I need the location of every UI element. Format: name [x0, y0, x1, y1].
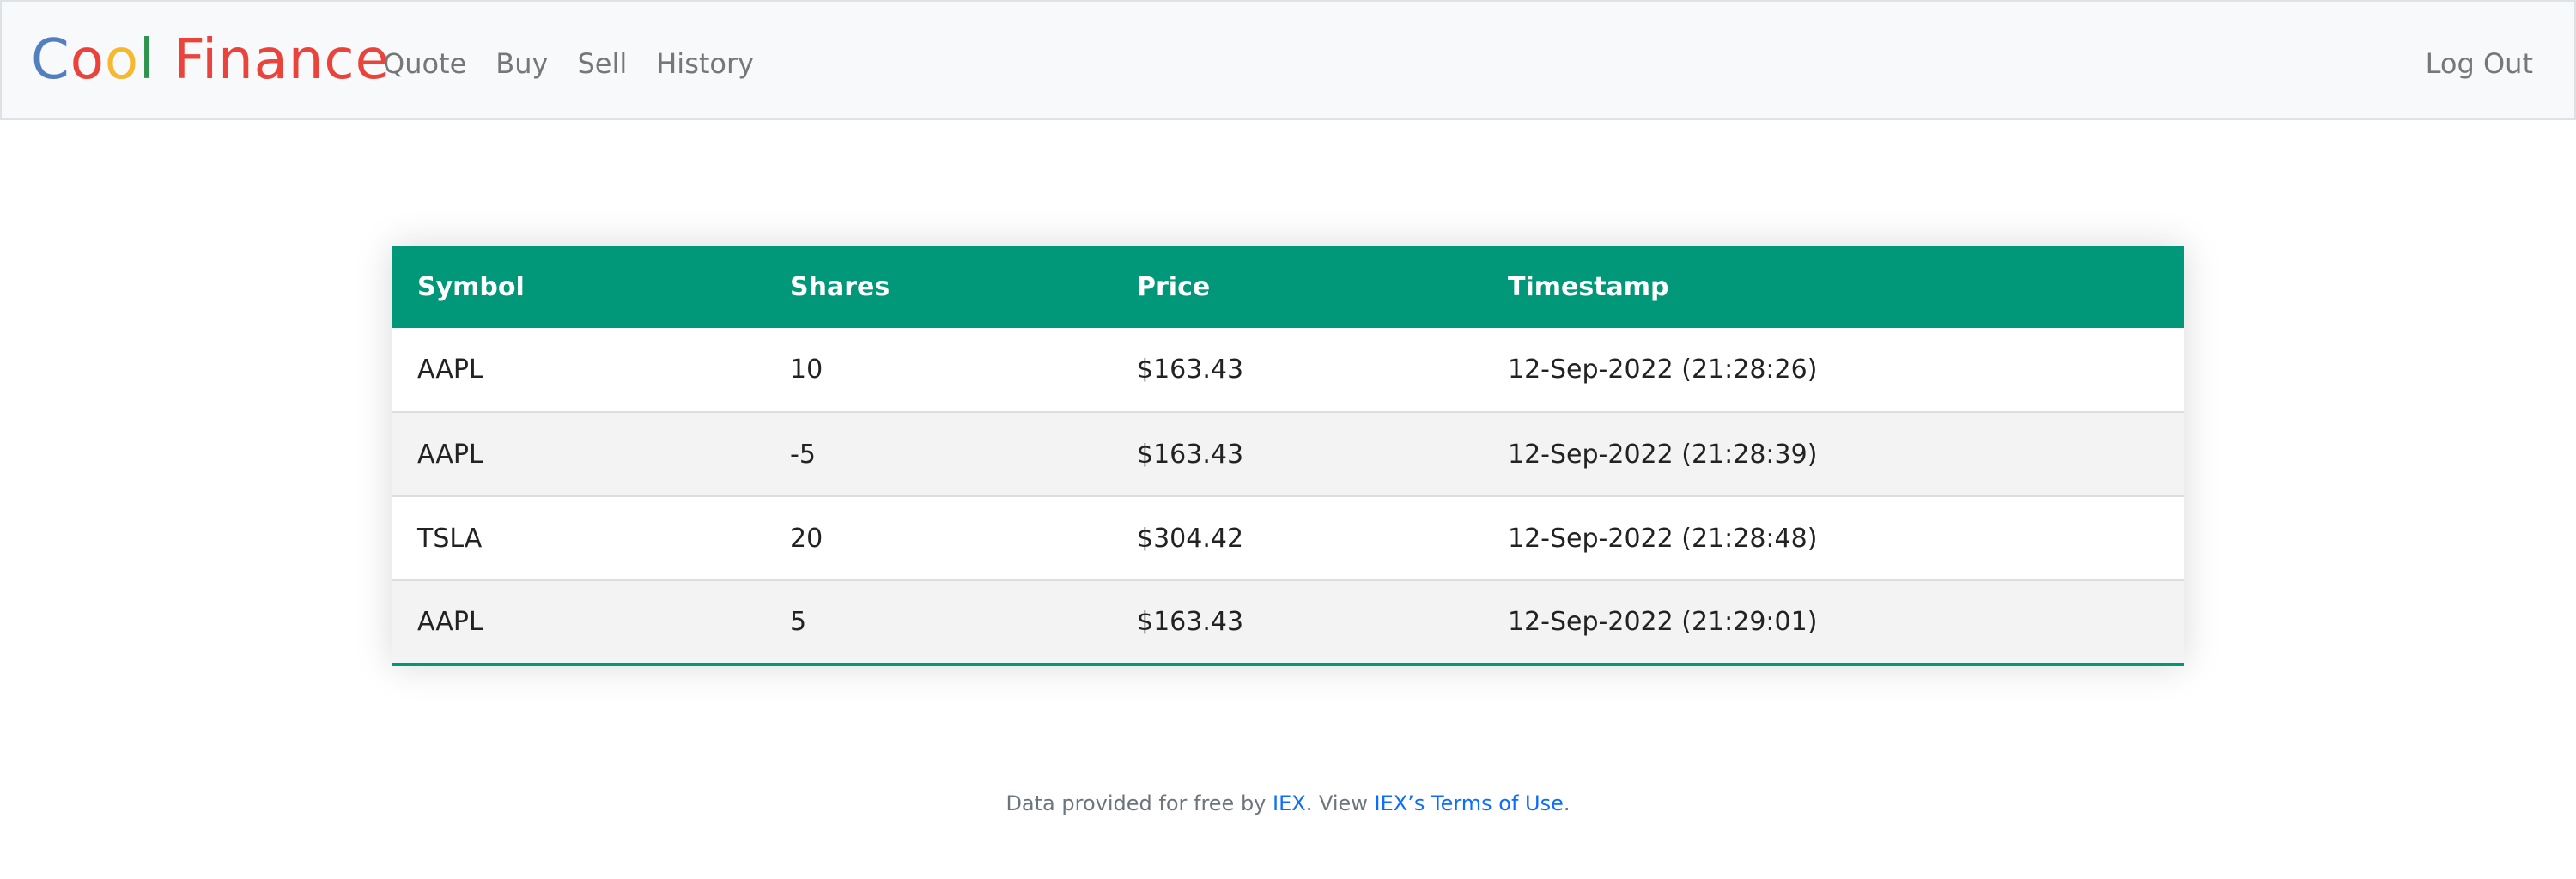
cell-price: $163.43	[1137, 607, 1244, 637]
footer-text-prefix: Data provided for free by	[1005, 791, 1273, 815]
header-price: Price	[1137, 271, 1211, 302]
nav-links: Quote Buy Sell History	[383, 43, 783, 84]
table-header: Symbol Shares Price Timestamp	[392, 246, 2184, 328]
cell-price: $163.43	[1137, 355, 1244, 385]
cell-symbol: TSLA	[417, 523, 483, 554]
navbar: Cool Finance Quote Buy Sell History Log …	[0, 0, 2576, 120]
brand-word: Finance	[173, 28, 390, 92]
brand-letter: o	[70, 28, 105, 92]
cell-price: $304.42	[1137, 523, 1244, 554]
footer-text-middle: . View	[1305, 791, 1375, 815]
header-shares: Shares	[790, 271, 890, 302]
nav-link-quote[interactable]: Quote	[383, 43, 466, 84]
nav-link-buy[interactable]: Buy	[495, 43, 548, 84]
cell-timestamp: 12-Sep-2022 (21:28:48)	[1508, 523, 1818, 554]
cell-symbol: AAPL	[417, 607, 483, 637]
table-row: TSLA 20 $304.42 12-Sep-2022 (21:28:48)	[392, 496, 2184, 580]
brand-letter: o	[104, 28, 139, 92]
cell-price: $163.43	[1137, 439, 1244, 470]
logout-link[interactable]: Log Out	[2426, 43, 2533, 84]
brand-letter: C	[31, 28, 70, 92]
header-timestamp: Timestamp	[1508, 271, 1669, 302]
cell-shares: 5	[790, 607, 807, 637]
table-row: AAPL 10 $163.43 12-Sep-2022 (21:28:26)	[392, 328, 2184, 412]
nav-link-sell[interactable]: Sell	[577, 43, 627, 84]
cell-shares: 20	[790, 523, 823, 554]
footer-text-suffix: .	[1563, 791, 1571, 815]
cell-symbol: AAPL	[417, 439, 483, 470]
brand-letter	[155, 24, 173, 96]
cell-timestamp: 12-Sep-2022 (21:28:39)	[1508, 439, 1818, 470]
brand-logo-link[interactable]: Cool Finance	[31, 24, 390, 96]
table-row: AAPL 5 $163.43 12-Sep-2022 (21:29:01)	[392, 580, 2184, 664]
cell-shares: 10	[790, 355, 823, 385]
iex-link[interactable]: IEX	[1273, 791, 1306, 815]
nav-link-history[interactable]: History	[656, 43, 754, 84]
cell-timestamp: 12-Sep-2022 (21:29:01)	[1508, 607, 1818, 637]
cell-shares: -5	[790, 439, 816, 470]
history-table-container: Symbol Shares Price Timestamp AAPL 10 $1…	[392, 246, 2184, 666]
history-table: Symbol Shares Price Timestamp AAPL 10 $1…	[392, 246, 2184, 666]
header-symbol: Symbol	[417, 271, 525, 302]
table-header-row: Symbol Shares Price Timestamp	[392, 246, 2184, 328]
cell-timestamp: 12-Sep-2022 (21:28:26)	[1508, 355, 1818, 385]
table-row: AAPL -5 $163.43 12-Sep-2022 (21:28:39)	[392, 412, 2184, 496]
brand-letter: l	[139, 28, 155, 92]
footer: Data provided for free by IEX. View IEX’…	[0, 791, 2576, 815]
iex-terms-link[interactable]: IEX’s Terms of Use	[1375, 791, 1564, 815]
cell-symbol: AAPL	[417, 355, 483, 385]
table-body: AAPL 10 $163.43 12-Sep-2022 (21:28:26) A…	[392, 328, 2184, 664]
